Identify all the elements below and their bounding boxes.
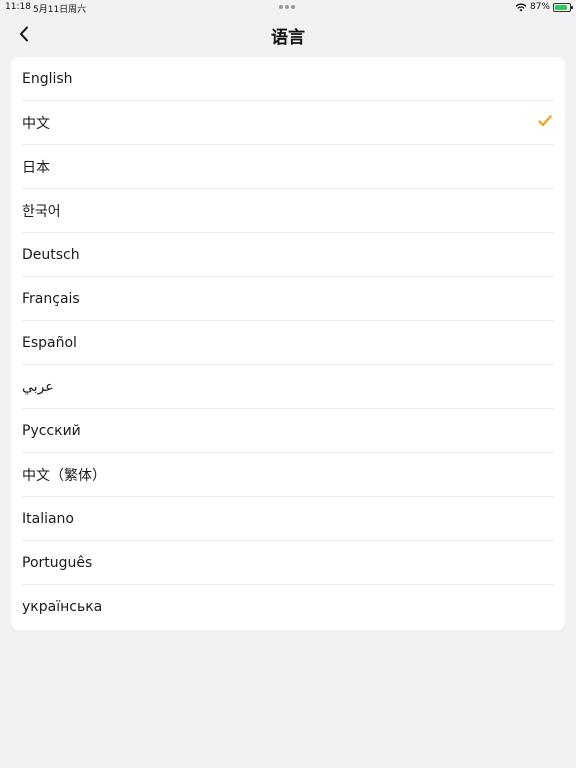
language-item[interactable]: 한국어 (22, 189, 554, 233)
language-label: Deutsch (22, 246, 80, 263)
battery-fill (555, 4, 568, 10)
language-item[interactable]: عربي (22, 365, 554, 409)
language-label: 中文 (22, 115, 50, 132)
navigation-bar: 语言 (0, 14, 576, 54)
language-item[interactable]: 中文（繁体） (22, 453, 554, 497)
status-right: 87% (515, 1, 573, 13)
checkmark-icon (538, 115, 552, 127)
language-label: 中文（繁体） (22, 467, 106, 484)
language-label: Français (22, 290, 80, 307)
battery-icon (553, 2, 573, 12)
status-bar: 11:18 5月11日周六 87% (0, 0, 576, 15)
language-list: English 中文日本 한국어 Deutsch Français Español عربي… (11, 57, 565, 630)
language-item[interactable]: Français (22, 277, 554, 321)
language-label: Русский (22, 422, 81, 439)
language-label: Italiano (22, 510, 74, 527)
language-label: Português (22, 554, 93, 571)
language-label: 한국어 (22, 203, 61, 220)
language-item[interactable]: українська (22, 585, 554, 629)
language-label: 日本 (22, 159, 50, 176)
language-item[interactable]: Deutsch (22, 233, 554, 277)
language-item[interactable]: 中文 (22, 101, 554, 145)
language-item[interactable]: Italiano (22, 497, 554, 541)
wifi-icon (515, 3, 527, 11)
language-item[interactable]: Русский (22, 409, 554, 453)
battery-percent: 87% (529, 2, 550, 12)
status-time: 11:18 (5, 2, 31, 12)
language-item[interactable]: 日本 (22, 145, 554, 189)
language-item[interactable]: English (22, 57, 554, 101)
language-item[interactable]: Español (22, 321, 554, 365)
language-label: українська (22, 599, 103, 615)
language-item[interactable]: Português (22, 541, 554, 585)
language-label: Español (22, 334, 77, 351)
multitasking-dots-icon[interactable] (279, 5, 295, 9)
language-label: English (22, 70, 73, 87)
page-title: 语言 (271, 28, 305, 48)
language-label: عربي (22, 378, 54, 395)
